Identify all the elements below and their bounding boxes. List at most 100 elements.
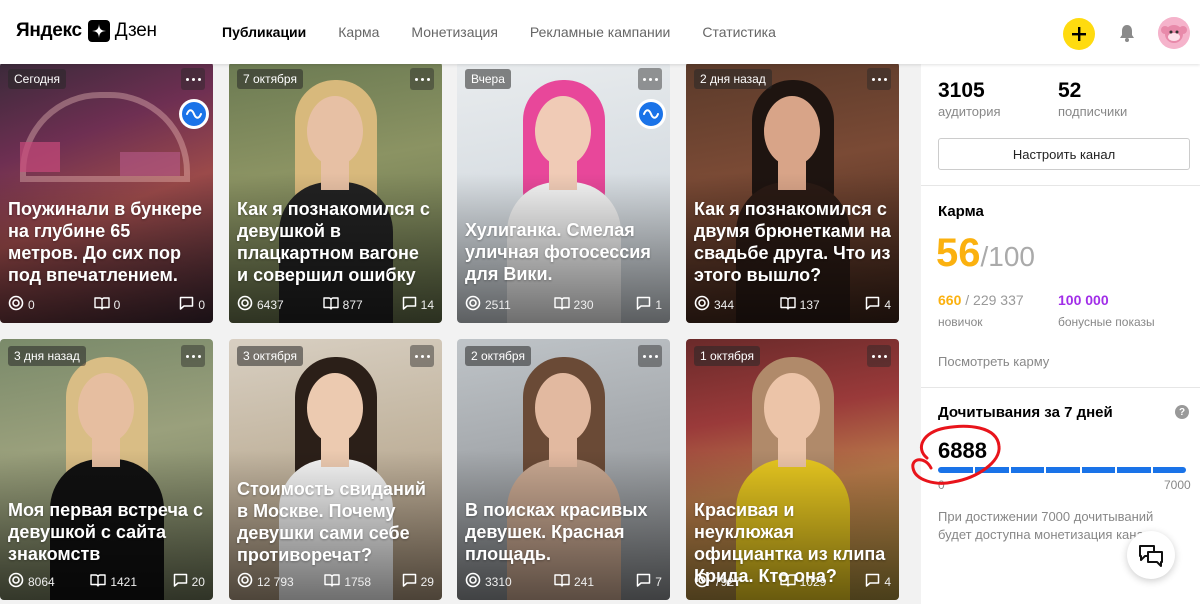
reads-max: 7000 bbox=[1164, 478, 1191, 492]
publication-card[interactable]: 3 октября Стоимость свиданий в Москве. По… bbox=[229, 339, 442, 600]
more-menu-icon[interactable] bbox=[638, 345, 662, 367]
wave-badge-icon bbox=[179, 99, 209, 129]
card-title[interactable]: Как я познакомился с двумя брюнетками на… bbox=[694, 198, 891, 286]
comments-stat: 20 bbox=[173, 572, 205, 591]
comments-count: 14 bbox=[420, 297, 434, 312]
views-count: 8064 bbox=[28, 574, 55, 589]
progress-tick bbox=[1044, 467, 1046, 473]
nav-ad-campaigns[interactable]: Рекламные кампании bbox=[530, 24, 670, 40]
nav-monetization[interactable]: Монетизация bbox=[411, 24, 498, 40]
views-count: 2511 bbox=[485, 297, 511, 312]
publication-card[interactable]: 2 октября В поисках красивых девушек. Кра… bbox=[457, 339, 670, 600]
create-plus-button[interactable] bbox=[1063, 18, 1095, 50]
more-menu-icon[interactable] bbox=[410, 345, 434, 367]
reads-title: Дочитывания за 7 дней bbox=[938, 404, 1113, 421]
comment-icon bbox=[173, 573, 188, 590]
eye-icon bbox=[465, 572, 481, 591]
reads-progress-bar bbox=[938, 467, 1186, 473]
reads-count: 0 bbox=[113, 297, 121, 312]
nav-publications[interactable]: Публикации bbox=[222, 24, 306, 40]
book-icon bbox=[779, 573, 796, 590]
nav-karma[interactable]: Карма bbox=[338, 24, 379, 40]
book-icon bbox=[322, 296, 339, 313]
card-title[interactable]: В поисках красивых девушек. Красная площ… bbox=[465, 499, 662, 565]
card-stats: 7927 1029 4 bbox=[694, 572, 891, 591]
reads-stat: 137 bbox=[779, 295, 820, 314]
eye-icon bbox=[237, 295, 253, 314]
karma-points-total: / 229 337 bbox=[965, 292, 1024, 308]
karma-value: 56 bbox=[936, 231, 981, 275]
configure-channel-button[interactable]: Настроить канал bbox=[938, 138, 1190, 170]
help-icon[interactable]: ? bbox=[1175, 405, 1189, 419]
comment-icon bbox=[636, 573, 651, 590]
comment-icon bbox=[636, 296, 651, 313]
reads-count: 877 bbox=[342, 297, 363, 312]
nav-statistics[interactable]: Статистика bbox=[702, 24, 776, 40]
comments-count: 29 bbox=[420, 574, 434, 589]
views-count: 0 bbox=[28, 297, 35, 312]
views-stat: 6437 bbox=[237, 295, 284, 314]
progress-tick bbox=[1151, 467, 1153, 473]
dzen-star-icon bbox=[87, 20, 110, 42]
more-menu-icon[interactable] bbox=[867, 345, 891, 367]
comments-stat: 7 bbox=[636, 572, 662, 591]
comment-icon bbox=[865, 573, 880, 590]
comments-stat: 29 bbox=[402, 572, 434, 591]
karma-points: 660 / 229 337 bbox=[938, 292, 1024, 308]
publication-card[interactable]: 7 октября Как я познакомился с девушкой в… bbox=[229, 62, 442, 323]
comments-count: 1 bbox=[655, 297, 662, 312]
comment-icon bbox=[402, 573, 417, 590]
publication-card[interactable]: Вчера Хулиганка. Смелая уличная фотосесси… bbox=[457, 62, 670, 323]
book-icon bbox=[553, 296, 570, 313]
more-menu-icon[interactable] bbox=[410, 68, 434, 90]
comment-icon bbox=[402, 296, 417, 313]
reads-stat: 0 bbox=[93, 295, 121, 314]
more-menu-icon[interactable] bbox=[181, 345, 205, 367]
reads-count: 241 bbox=[573, 574, 595, 589]
card-title[interactable]: Хулиганка. Смелая уличная фотосессия для… bbox=[465, 219, 662, 285]
reads-stat: 1421 bbox=[90, 572, 137, 591]
divider bbox=[921, 185, 1200, 186]
eye-icon bbox=[465, 295, 481, 314]
reads-count: 137 bbox=[799, 297, 820, 312]
card-date: 3 октября bbox=[237, 346, 303, 366]
reads-stat: 877 bbox=[322, 295, 363, 314]
views-count: 12 793 bbox=[257, 574, 294, 589]
chat-icon bbox=[1139, 545, 1163, 567]
views-stat: 8064 bbox=[8, 572, 55, 591]
more-menu-icon[interactable] bbox=[638, 68, 662, 90]
logo-brand: Яндекс bbox=[16, 20, 82, 41]
card-title[interactable]: Как я познакомился с девушкой в плацкарт… bbox=[237, 198, 434, 286]
book-icon bbox=[554, 573, 570, 590]
more-menu-icon[interactable] bbox=[867, 68, 891, 90]
karma-max: /100 bbox=[980, 241, 1036, 272]
channel-sidebar: 3105 аудитория 52 подписчики Настроить к… bbox=[921, 64, 1200, 604]
card-stats: 2511 230 1 bbox=[465, 295, 662, 314]
logo[interactable]: Яндекс Дзен bbox=[16, 20, 157, 42]
comments-stat: 4 bbox=[865, 572, 891, 591]
views-stat: 344 bbox=[694, 295, 734, 314]
eye-icon bbox=[694, 572, 710, 591]
eye-icon bbox=[8, 572, 24, 591]
publication-card[interactable]: 3 дня назад Моя первая встреча с девушкой… bbox=[0, 339, 213, 600]
chat-button[interactable] bbox=[1127, 531, 1175, 579]
card-title[interactable]: Поужинали в бункере на глубине 65 метров… bbox=[8, 198, 205, 286]
more-menu-icon[interactable] bbox=[181, 68, 205, 90]
comments-stat: 0 bbox=[179, 295, 205, 314]
comments-count: 4 bbox=[884, 297, 891, 312]
view-karma-link[interactable]: Посмотреть карму bbox=[938, 354, 1049, 369]
avatar[interactable] bbox=[1158, 17, 1190, 49]
plus-icon bbox=[1072, 27, 1086, 41]
publication-card[interactable]: 2 дня назад Как я познакомился с двумя бр… bbox=[686, 62, 899, 323]
views-stat: 2511 bbox=[465, 295, 511, 314]
card-title[interactable]: Моя первая встреча с девушкой с сайта зн… bbox=[8, 499, 205, 565]
card-title[interactable]: Стоимость свиданий в Москве. Почему деву… bbox=[237, 478, 434, 566]
views-count: 3310 bbox=[485, 574, 512, 589]
comments-stat: 4 bbox=[865, 295, 891, 314]
publication-card[interactable]: Сегодня Поужинали в бункере на глубине 65… bbox=[0, 62, 213, 323]
reads-count: 1029 bbox=[799, 574, 827, 589]
card-date: Вчера bbox=[465, 69, 511, 89]
bell-icon[interactable] bbox=[1116, 22, 1138, 44]
publication-card[interactable]: 1 октября Красивая и неуклюжая официантка… bbox=[686, 339, 899, 600]
reads-stat: 1758 bbox=[324, 572, 371, 591]
